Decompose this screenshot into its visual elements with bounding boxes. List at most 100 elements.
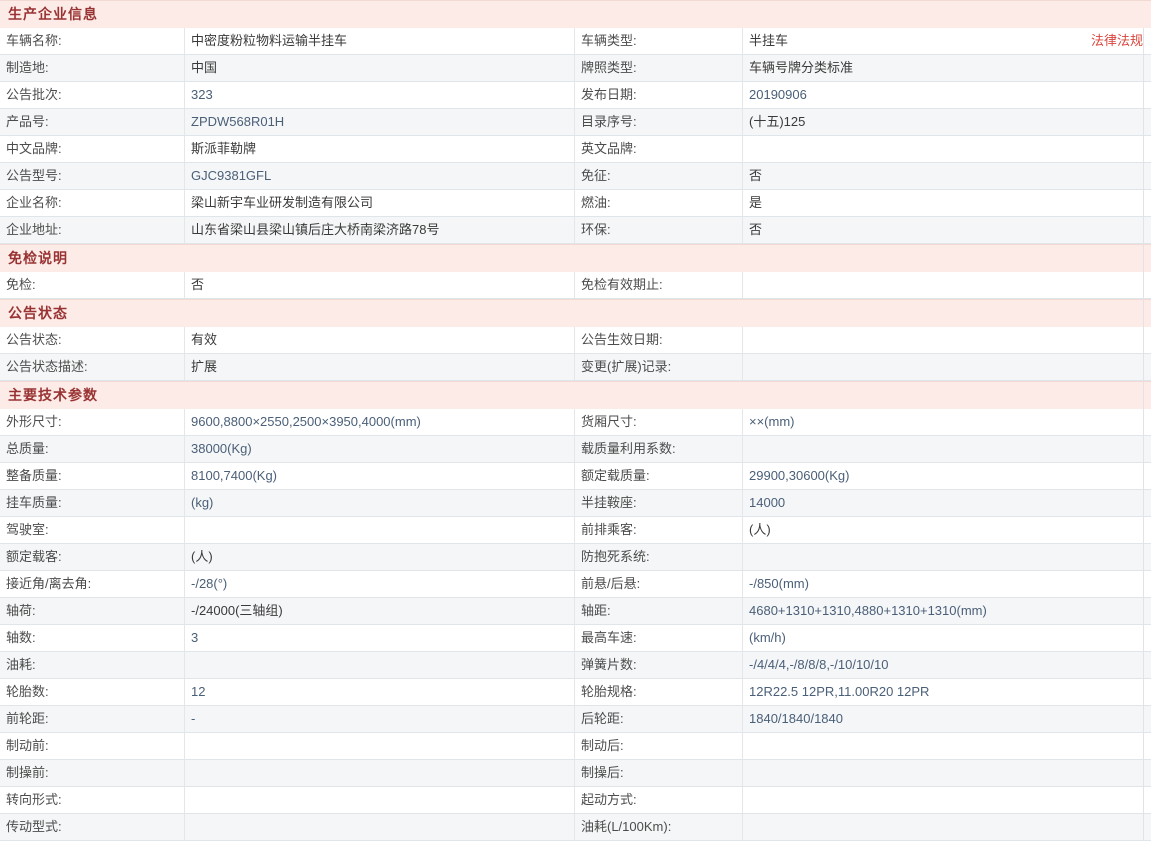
- field-label-text: 传动型式:: [6, 819, 62, 834]
- field-value: 车辆号牌分类标准: [743, 55, 1151, 81]
- field-label: 驾驶室:: [0, 517, 185, 543]
- field-label-text: 前悬/后悬:: [581, 576, 640, 591]
- field-label: 后轮距:: [575, 706, 743, 732]
- field-label-text: 轮胎数:: [6, 684, 49, 699]
- field-value: 中密度粉粒物料运输半挂车: [185, 28, 575, 54]
- field-label: 前悬/后悬:: [575, 571, 743, 597]
- field-label: 轮胎数:: [0, 679, 185, 705]
- field-value-text: GJC9381GFL: [191, 163, 271, 189]
- field-value: [185, 787, 575, 813]
- field-label-text: 整备质量:: [6, 468, 62, 483]
- field-label: 轴数:: [0, 625, 185, 651]
- field-label: 起动方式:: [575, 787, 743, 813]
- field-value-text: (十五)125: [749, 109, 805, 135]
- field-label: 公告批次:: [0, 82, 185, 108]
- field-label: 总质量:: [0, 436, 185, 462]
- field-label-text: 企业名称:: [6, 195, 62, 210]
- field-label: 轴距:: [575, 598, 743, 624]
- field-label-text: 前排乘客:: [581, 522, 637, 537]
- field-label-text: 驾驶室:: [6, 522, 49, 537]
- field-label-text: 货厢尺寸:: [581, 414, 637, 429]
- field-value: [743, 436, 1151, 462]
- field-value: [743, 760, 1151, 786]
- field-value: [185, 733, 575, 759]
- table-row: 额定载客:(人)防抱死系统:: [0, 544, 1151, 571]
- field-label-text: 免检有效期止:: [581, 277, 663, 292]
- field-value: 4680+1310+1310,4880+1310+1310(mm): [743, 598, 1151, 624]
- legal-regulations-link[interactable]: 法律法规: [1091, 28, 1145, 54]
- field-value: (kg): [185, 490, 575, 516]
- field-label: 变更(扩展)记录:: [575, 354, 743, 380]
- field-label-text: 制动前:: [6, 738, 49, 753]
- field-label-text: 变更(扩展)记录:: [581, 359, 671, 374]
- table-row: 转向形式: 起动方式:: [0, 787, 1151, 814]
- table-row: 中文品牌:斯派菲勒牌英文品牌:: [0, 136, 1151, 163]
- field-label: 前轮距:: [0, 706, 185, 732]
- field-value-text: -/28(°): [191, 571, 227, 597]
- field-value-text: 否: [749, 163, 762, 189]
- field-value: (人): [185, 544, 575, 570]
- field-value-text: (kg): [191, 490, 213, 516]
- table-right-border: [1143, 28, 1144, 841]
- field-value: 梁山新宇车业研发制造有限公司: [185, 190, 575, 216]
- table-row: 企业地址:山东省梁山县梁山镇后庄大桥南梁济路78号环保:否: [0, 217, 1151, 244]
- field-label-text: 车辆类型:: [581, 33, 637, 48]
- field-value-text: -/850(mm): [749, 571, 809, 597]
- field-label-text: 转向形式:: [6, 792, 62, 807]
- field-label: 外形尺寸:: [0, 409, 185, 435]
- field-label-text: 车辆名称:: [6, 33, 62, 48]
- table-row: 制造地:中国牌照类型:车辆号牌分类标准: [0, 55, 1151, 82]
- field-value-text: 323: [191, 82, 213, 108]
- field-label: 轮胎规格:: [575, 679, 743, 705]
- field-label: 半挂鞍座:: [575, 490, 743, 516]
- field-value-text: (人): [749, 517, 771, 543]
- table-row: 外形尺寸:9600,8800×2550,2500×3950,4000(mm)货厢…: [0, 409, 1151, 436]
- field-label: 额定载客:: [0, 544, 185, 570]
- field-value-text: -: [191, 706, 195, 732]
- field-label: 免检有效期止:: [575, 272, 743, 298]
- field-value: [743, 327, 1151, 353]
- field-label: 轴荷:: [0, 598, 185, 624]
- field-value-text: 中国: [191, 55, 217, 81]
- table-row: 轴数:3最高车速:(km/h): [0, 625, 1151, 652]
- announcement-table: 生产企业信息车辆名称:中密度粉粒物料运输半挂车车辆类型:半挂车法律法规制造地:中…: [0, 0, 1151, 841]
- section-title: 公告状态: [0, 299, 1151, 327]
- table-row: 制操前:制操后:: [0, 760, 1151, 787]
- field-value: 8100,7400(Kg): [185, 463, 575, 489]
- field-label: 公告生效日期:: [575, 327, 743, 353]
- field-label: 载质量利用系数:: [575, 436, 743, 462]
- field-value: [743, 136, 1151, 162]
- field-label: 免检:: [0, 272, 185, 298]
- table-row: 轮胎数:12轮胎规格:12R22.5 12PR,11.00R20 12PR: [0, 679, 1151, 706]
- field-value-text: (km/h): [749, 625, 786, 651]
- field-value-text: 中密度粉粒物料运输半挂车: [191, 28, 347, 54]
- field-value: (十五)125: [743, 109, 1151, 135]
- field-label-text: 牌照类型:: [581, 60, 637, 75]
- field-label: 传动型式:: [0, 814, 185, 840]
- field-label: 制操前:: [0, 760, 185, 786]
- field-label-text: 制动后:: [581, 738, 624, 753]
- field-value-text: 14000: [749, 490, 785, 516]
- field-label: 中文品牌:: [0, 136, 185, 162]
- field-value: 半挂车法律法规: [743, 28, 1151, 54]
- table-row: 产品号: ZPDW568R01H 目录序号:(十五)125: [0, 109, 1151, 136]
- field-label-text: 免征:: [581, 168, 611, 183]
- field-value-text: 38000(Kg): [191, 436, 252, 462]
- field-label-text: 制操前:: [6, 765, 49, 780]
- field-label-text: 油耗:: [6, 657, 36, 672]
- field-label-text: 产品号:: [6, 114, 49, 129]
- field-label-text: 公告型号:: [6, 168, 62, 183]
- field-value: ZPDW568R01H: [185, 109, 575, 135]
- field-value-text: ZPDW568R01H: [191, 109, 284, 135]
- field-value-text: 扩展: [191, 354, 217, 380]
- field-label: 制动后:: [575, 733, 743, 759]
- field-value: 否: [743, 217, 1151, 243]
- field-value: [743, 354, 1151, 380]
- field-label: 发布日期:: [575, 82, 743, 108]
- field-value: 是: [743, 190, 1151, 216]
- field-value-text: 12R22.5 12PR,11.00R20 12PR: [749, 679, 929, 705]
- field-label: 目录序号:: [575, 109, 743, 135]
- field-value: -/24000(三轴组): [185, 598, 575, 624]
- field-label: 挂车质量:: [0, 490, 185, 516]
- table-row: 免检:否免检有效期止:: [0, 272, 1151, 299]
